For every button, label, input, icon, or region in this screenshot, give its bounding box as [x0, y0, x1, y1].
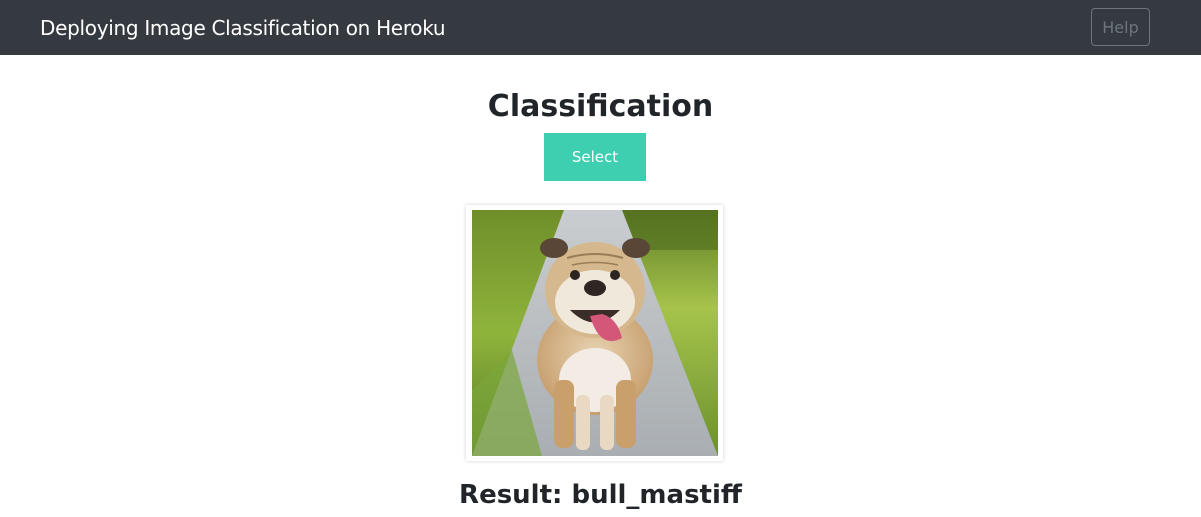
select-image-button[interactable]: Select — [544, 133, 646, 181]
page-title: Classification — [487, 89, 714, 124]
help-button[interactable]: Help — [1091, 8, 1150, 46]
result-label: Result: — [459, 480, 572, 510]
uploaded-image-frame — [466, 205, 723, 461]
classification-result: Result: bull_mastiff — [0, 478, 1201, 512]
bulldog-image — [472, 210, 718, 456]
navbar-brand[interactable]: Deploying Image Classification on Heroku — [40, 15, 446, 41]
top-navbar: Deploying Image Classification on Heroku… — [0, 0, 1201, 55]
result-value: bull_mastiff — [571, 480, 742, 510]
